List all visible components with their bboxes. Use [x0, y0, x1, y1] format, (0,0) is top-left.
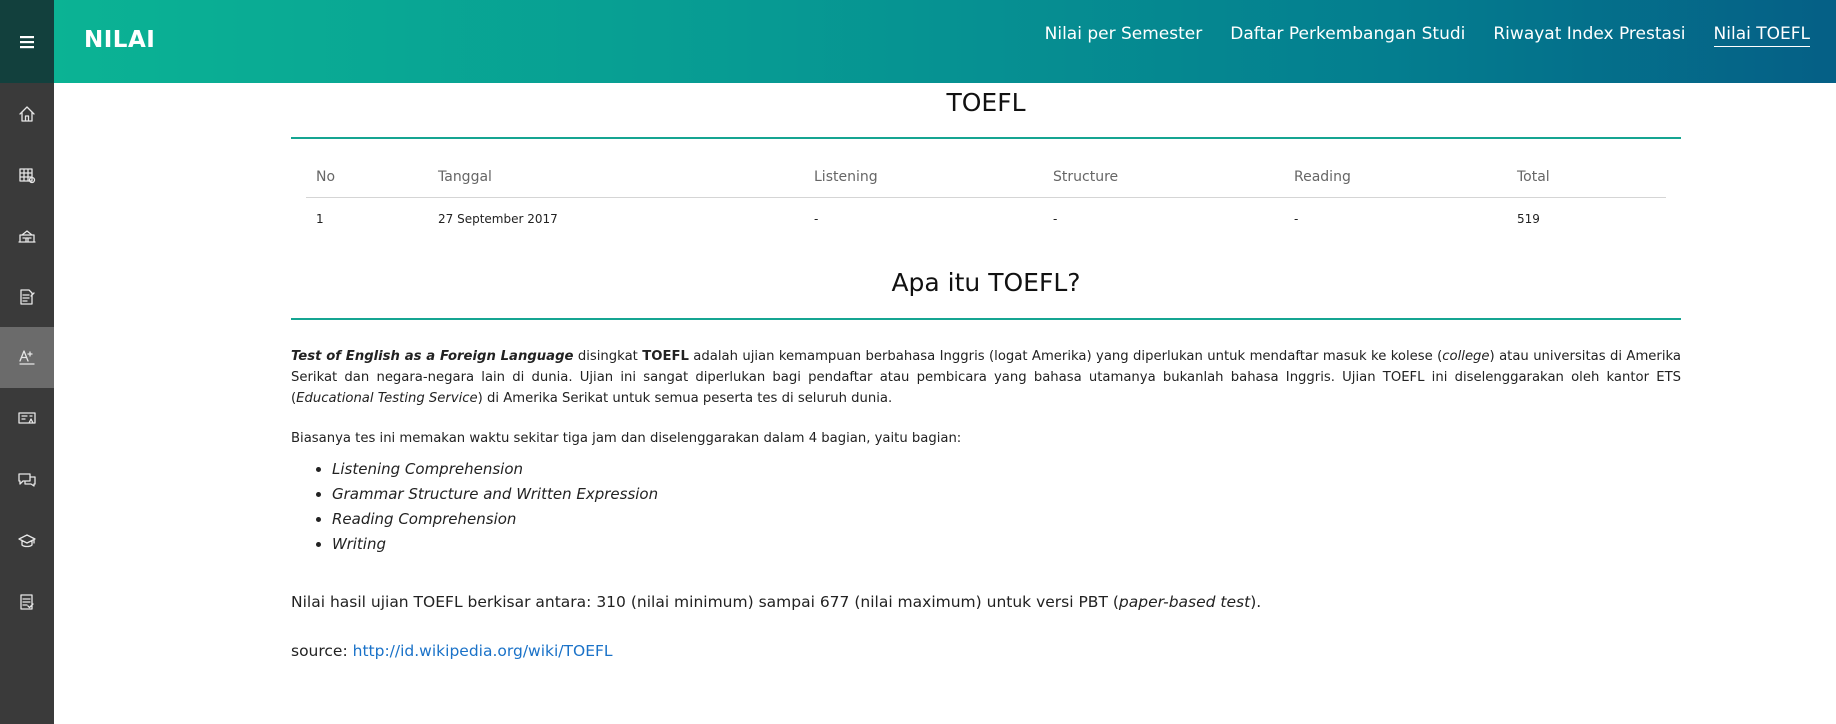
sidebar-item-home[interactable]	[0, 83, 54, 144]
home-icon	[19, 105, 35, 122]
text: ).	[1250, 593, 1262, 611]
graduation-cap-icon	[18, 533, 36, 547]
about-title: Apa itu TOEFL?	[891, 268, 1081, 297]
toefl-description: Test of English as a Foreign Language di…	[291, 346, 1681, 409]
col-reading: Reading	[1284, 159, 1507, 198]
nav-label: Riwayat Index Prestasi	[1493, 24, 1686, 44]
cell-no: 1	[316, 212, 324, 226]
hamburger-icon	[20, 35, 34, 48]
cell-structure: -	[1053, 212, 1058, 226]
nav-label: Nilai per Semester	[1044, 24, 1203, 44]
sidebar-item-building[interactable]	[0, 205, 54, 266]
term-abbrev: TOEFL	[642, 349, 689, 364]
sidebar-item-checklist[interactable]	[0, 571, 54, 632]
source-label: source:	[291, 642, 353, 660]
score-range-text: Nilai hasil ujian TOEFL berkisar antara:…	[291, 592, 1681, 613]
sidebar	[0, 0, 54, 724]
col-tanggal: Tanggal	[428, 159, 804, 198]
nav-label: Nilai TOEFL	[1713, 24, 1810, 47]
nav-riwayat-index-prestasi[interactable]: Riwayat Index Prestasi	[1479, 22, 1699, 46]
col-no: No	[306, 159, 428, 198]
cell-listening: -	[814, 212, 819, 226]
main-content: TOEFL No Tanggal Listening Structure Rea…	[291, 83, 1681, 662]
list-item: Writing	[332, 532, 1681, 557]
cell-total: 519	[1517, 212, 1540, 226]
nav-nilai-per-semester[interactable]: Nilai per Semester	[1031, 22, 1217, 46]
text-italic: Educational Testing Service	[296, 391, 478, 406]
sidebar-item-schedule[interactable]	[0, 144, 54, 205]
cell-tanggal: 27 September 2017	[438, 212, 558, 226]
text: Nilai hasil ujian TOEFL berkisar antara:…	[291, 593, 1119, 611]
table-row: 1 27 September 2017 - - - 519	[306, 198, 1666, 235]
toefl-title: TOEFL	[946, 88, 1026, 117]
term-full-name: Test of English as a Foreign Language	[291, 349, 574, 364]
col-total: Total	[1507, 159, 1666, 198]
col-listening: Listening	[804, 159, 1043, 198]
toefl-table: No Tanggal Listening Structure Reading T…	[306, 159, 1666, 234]
toefl-sections-list: Listening Comprehension Grammar Structur…	[332, 457, 1681, 557]
page-brand-title: NILAI	[84, 27, 156, 53]
cell-reading: -	[1294, 212, 1299, 226]
sidebar-item-presentation[interactable]	[0, 388, 54, 449]
text-italic: paper-based test	[1118, 593, 1251, 611]
sidebar-item-grades[interactable]	[0, 327, 54, 388]
checklist-icon	[20, 593, 34, 610]
list-item: Reading Comprehension	[332, 507, 1681, 532]
text: disingkat	[573, 349, 643, 364]
sidebar-item-chat[interactable]	[0, 449, 54, 510]
table-header-row: No Tanggal Listening Structure Reading T…	[306, 159, 1666, 198]
list-item: Grammar Structure and Written Expression	[332, 482, 1681, 507]
nav-label: Daftar Perkembangan Studi	[1230, 24, 1466, 44]
toefl-sections-intro: Biasanya tes ini memakan waktu sekitar t…	[291, 431, 962, 446]
text-italic: college	[1442, 349, 1490, 364]
presentation-icon	[18, 411, 36, 424]
top-header: NILAI Nilai per Semester Daftar Perkemba…	[54, 0, 1836, 83]
source-link[interactable]: http://id.wikipedia.org/wiki/TOEFL	[353, 642, 613, 660]
col-structure: Structure	[1043, 159, 1284, 198]
source-line: source: http://id.wikipedia.org/wiki/TOE…	[291, 641, 1681, 662]
building-icon	[18, 229, 36, 243]
text: ) di Amerika Serikat untuk semua peserta…	[477, 391, 893, 406]
chat-icon	[18, 472, 36, 487]
sidebar-header	[0, 0, 54, 83]
top-nav: Nilai per Semester Daftar Perkembangan S…	[1031, 22, 1824, 47]
grade-icon	[19, 349, 35, 365]
divider	[291, 137, 1681, 139]
menu-toggle-button[interactable]	[0, 0, 54, 83]
divider	[291, 318, 1681, 320]
nav-nilai-toefl[interactable]: Nilai TOEFL	[1700, 22, 1824, 47]
nav-daftar-perkembangan-studi[interactable]: Daftar Perkembangan Studi	[1216, 22, 1479, 46]
schedule-grid-icon	[19, 167, 36, 183]
list-item: Listening Comprehension	[332, 457, 1681, 482]
text: adalah ujian kemampuan berbahasa Inggris…	[688, 349, 1443, 364]
sidebar-item-graduation[interactable]	[0, 510, 54, 571]
document-edit-icon	[20, 288, 35, 305]
sidebar-item-document[interactable]	[0, 266, 54, 327]
